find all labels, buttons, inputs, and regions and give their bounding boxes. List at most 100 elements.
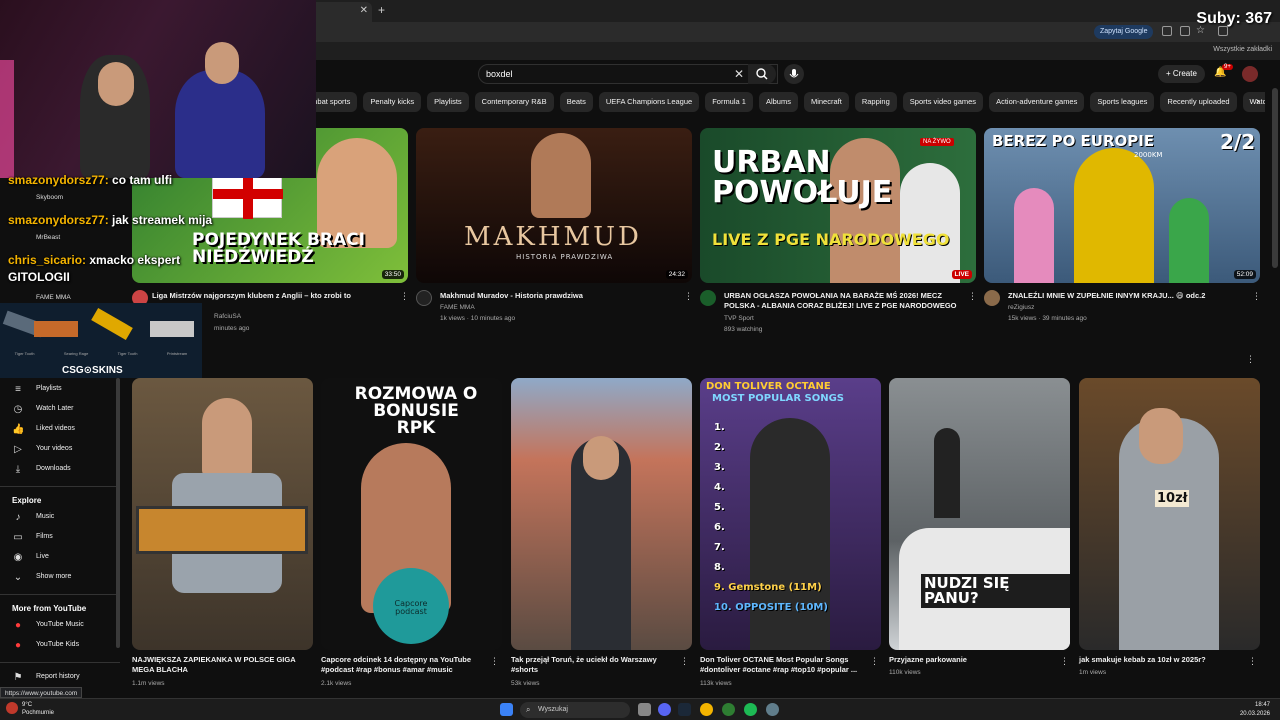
shelf-more-icon[interactable]: ⋮	[1246, 354, 1255, 365]
chat-text: jak streamek mija	[108, 213, 213, 227]
filter-chip[interactable]: UEFA Champions League	[598, 92, 700, 112]
short-thumb-0[interactable]	[132, 378, 313, 650]
video-thumb-1[interactable]: MAKHMUD HISTORIA PRAWDZIWA 24:32	[416, 128, 692, 283]
weather-widget[interactable]: 9°C Pochmurnie	[22, 701, 54, 717]
task-view-icon[interactable]	[638, 703, 651, 716]
windows-start-icon[interactable]	[500, 703, 513, 716]
channel-name[interactable]: TVP Sport	[724, 314, 754, 323]
sidebar-item-films[interactable]: ▭ Films	[0, 530, 120, 548]
extension-icon[interactable]	[1162, 26, 1172, 36]
video-title[interactable]: ZNALEŹLI MNIE W ZUPEŁNIE INNYM KRAJU... …	[1008, 291, 1248, 301]
sidebar-item-your-videos[interactable]: ▷ Your videos	[0, 442, 120, 460]
short-title[interactable]: Przyjazne parkowanie	[889, 655, 1057, 665]
page-scrollbar[interactable]	[1272, 88, 1278, 268]
filter-chip[interactable]: Sports leagues	[1090, 92, 1155, 112]
pizza-tray	[136, 506, 308, 554]
search-button[interactable]	[748, 64, 776, 84]
filter-chip[interactable]: Sports video games	[902, 92, 984, 112]
short-thumb-4[interactable]: NUDZI SIĘ PANU?	[889, 378, 1070, 650]
settings-icon[interactable]	[766, 703, 779, 716]
chips-next-icon[interactable]: ›	[1256, 96, 1259, 107]
cast-icon[interactable]	[1180, 26, 1190, 36]
filter-chip[interactable]: Formula 1	[705, 92, 753, 112]
sub-channel[interactable]: Skyboom	[36, 193, 63, 202]
short-thumb-3[interactable]: DON TOLIVER OCTANE MOST POPULAR SONGS 1.…	[700, 378, 881, 650]
all-bookmarks-button[interactable]: Wszystkie zakładki	[1213, 46, 1272, 53]
sub-channel[interactable]: FAME MMA	[36, 293, 71, 302]
filter-chip[interactable]: Recently uploaded	[1160, 92, 1237, 112]
short-title[interactable]: jak smakuje kebab za 10zł w 2025r?	[1079, 655, 1247, 665]
filter-chip[interactable]: Playlists	[427, 92, 469, 112]
taskbar-search[interactable]: ⌕ Wyszukaj	[520, 702, 630, 718]
search-input[interactable]: boxdel ✕	[478, 64, 778, 84]
short-title[interactable]: Tak przejął Toruń, że uciekł do Warszawy…	[511, 655, 679, 675]
more-vert-icon[interactable]: ⋮	[1060, 656, 1069, 667]
filter-chip[interactable]: Albums	[758, 92, 798, 112]
channel-avatar[interactable]	[984, 290, 1000, 306]
discord-icon[interactable]	[658, 703, 671, 716]
channel-name[interactable]: reZigiusz	[1008, 303, 1034, 312]
voice-search-button[interactable]	[784, 64, 804, 84]
video-title[interactable]: Liga Mistrzów najgorszym klubem z Anglii…	[152, 291, 392, 301]
spotify-icon[interactable]	[744, 703, 757, 716]
sidebar-item-show-more[interactable]: ⌄ Show more	[0, 570, 120, 588]
channel-name[interactable]: FAME MMA	[440, 303, 475, 312]
create-button[interactable]: + Create	[1158, 65, 1205, 83]
channel-name[interactable]: RafciuSA	[214, 312, 241, 321]
sidebar-item-yt-music[interactable]: ● YouTube Music	[0, 618, 120, 636]
divider	[0, 594, 120, 595]
sidebar-item-report-history[interactable]: ⚑ Report history	[0, 670, 120, 688]
chat-text: GITOLOGII	[8, 270, 70, 284]
video-thumb-2[interactable]: URBAN POWOŁUJE LIVE Z PGE NARODOWEGO NA …	[700, 128, 976, 283]
filter-chip[interactable]: Rapping	[854, 92, 897, 112]
more-vert-icon[interactable]: ⋮	[680, 656, 689, 667]
app-icon[interactable]	[722, 703, 735, 716]
notifications-button[interactable]: 🔔 9+	[1214, 64, 1233, 78]
sidebar-item-playlists[interactable]: ≡ Playlists	[0, 382, 120, 400]
clear-search-icon[interactable]: ✕	[734, 67, 744, 81]
new-tab-icon[interactable]: +	[378, 3, 385, 17]
more-vert-icon[interactable]: ⋮	[1252, 291, 1261, 302]
sidebar-item-liked[interactable]: 👍 Liked videos	[0, 422, 120, 440]
sidebar-scrollbar[interactable]	[116, 378, 120, 648]
filter-chip[interactable]: Minecraft	[803, 92, 849, 112]
weather-icon[interactable]	[6, 702, 18, 714]
short-thumb-2[interactable]	[511, 378, 692, 650]
more-vert-icon[interactable]: ⋮	[870, 656, 879, 667]
filter-chip[interactable]: Penalty kicks	[363, 92, 422, 112]
channel-avatar[interactable]	[700, 290, 716, 306]
short-thumb-1[interactable]: ROZMOWA O BONUSIE RPK Capcore podcast	[321, 378, 502, 650]
account-avatar[interactable]	[1242, 66, 1258, 82]
sub-channel[interactable]: MrBeast	[36, 233, 60, 242]
ask-google-button[interactable]: Zapytaj Google	[1094, 25, 1154, 39]
close-tab-icon[interactable]: ✕	[360, 5, 368, 16]
channel-avatar[interactable]	[416, 290, 432, 306]
filter-chip[interactable]: Beats	[559, 92, 593, 112]
sidebar-item-watch-later[interactable]: ◷ Watch Later	[0, 402, 120, 420]
filter-chip[interactable]: Contemporary R&B	[474, 92, 554, 112]
chrome-icon[interactable]	[700, 703, 713, 716]
short-thumb-5[interactable]: 10zł	[1079, 378, 1260, 650]
sponsor-banner: Tiger Tooth Searing Rage Tiger Tooth Pri…	[0, 303, 202, 378]
more-vert-icon[interactable]: ⋮	[684, 291, 693, 302]
short-title[interactable]: NAJWIĘKSZA ZAPIEKANKA W POLSCE GIGA MEGA…	[132, 655, 300, 675]
short-title[interactable]: Don Toliver OCTANE Most Popular Songs #d…	[700, 655, 868, 675]
more-vert-icon[interactable]: ⋮	[968, 291, 977, 302]
video-title[interactable]: URBAN OGŁASZA POWOŁANIA NA BARAŻE MŚ 202…	[724, 291, 964, 311]
steam-icon[interactable]	[678, 703, 691, 716]
filter-chip[interactable]: Watched	[1242, 92, 1265, 112]
more-vert-icon[interactable]: ⋮	[1248, 656, 1257, 667]
video-title[interactable]: Makhmud Muradov - Historia prawdziwa	[440, 291, 680, 301]
thumb-person	[830, 138, 900, 283]
sidebar-item-downloads[interactable]: ⤓ Downloads	[0, 462, 120, 480]
short-title[interactable]: Capcore odcinek 14 dostępny na YouTube #…	[321, 655, 489, 675]
video-thumb-3[interactable]: BEREZ PO EUROPIE 2000KM 2/2 52:09	[984, 128, 1260, 283]
more-vert-icon[interactable]: ⋮	[490, 656, 499, 667]
clock[interactable]: 18:47 20.03.2026	[1240, 701, 1270, 719]
more-vert-icon[interactable]: ⋮	[400, 291, 409, 302]
sidebar-item-music[interactable]: ♪ Music	[0, 510, 120, 528]
sidebar-item-live[interactable]: ◉ Live	[0, 550, 120, 568]
video-meta: 1k views · 10 minutes ago	[440, 315, 516, 322]
sidebar-item-yt-kids[interactable]: ● YouTube Kids	[0, 638, 120, 656]
filter-chip[interactable]: Action-adventure games	[989, 92, 1085, 112]
